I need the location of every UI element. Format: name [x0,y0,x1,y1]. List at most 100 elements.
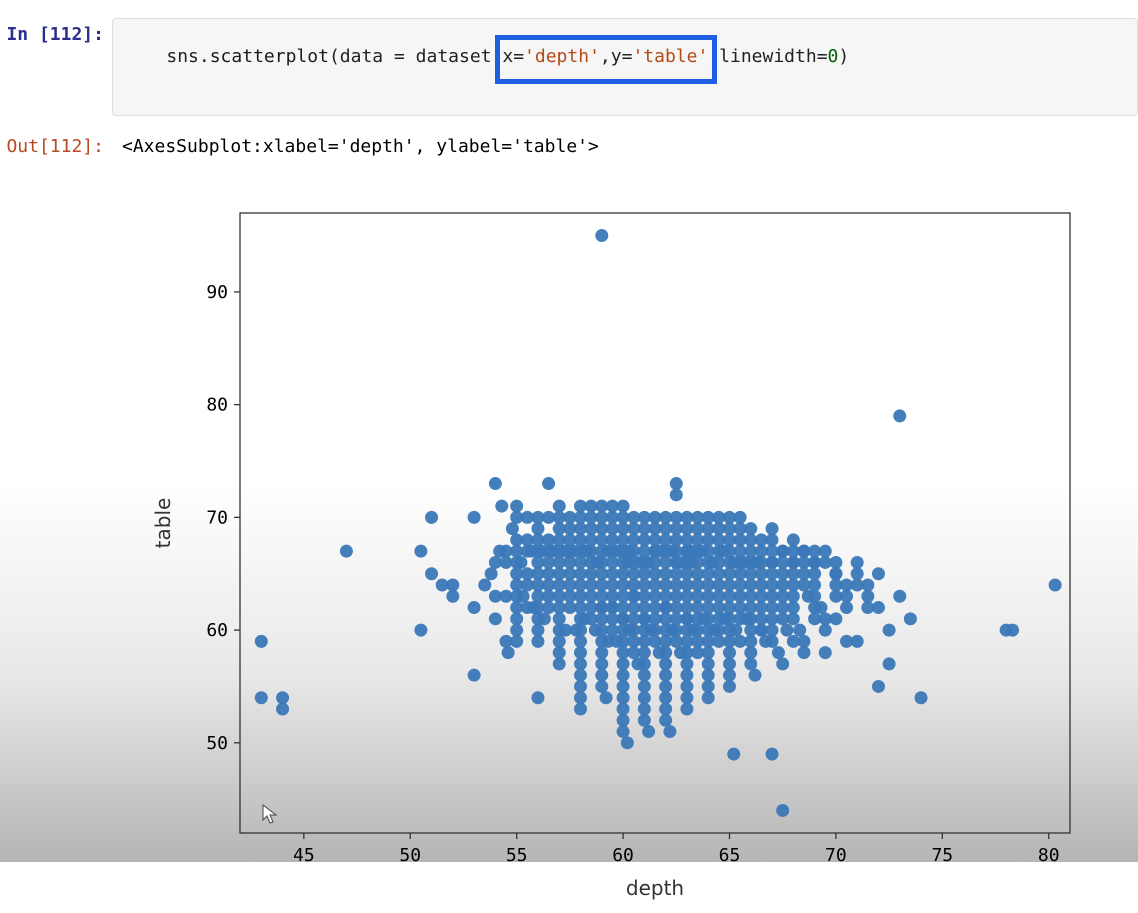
data-point [446,590,459,603]
data-point [617,657,630,670]
data-point [517,590,530,603]
data-point [797,635,810,648]
data-point [468,511,481,524]
data-point [485,567,498,580]
data-point [446,579,459,592]
data-point [776,657,789,670]
data-point [808,590,821,603]
y-tick-label: 90 [206,282,228,303]
data-point [574,635,587,648]
data-point [883,657,896,670]
data-point [893,590,906,603]
data-point [659,646,672,659]
data-point [766,635,779,648]
code-token: data [340,46,383,67]
data-point [702,646,715,659]
x-tick-label: 55 [506,845,528,866]
code-token: = [622,46,633,67]
data-point [538,612,551,625]
code-cell[interactable]: sns.scatterplot(data = dataset,x='depth'… [112,18,1138,116]
code-token: 0 [828,46,839,67]
data-point [425,567,438,580]
data-point [574,691,587,704]
out-text: <AxesSubplot:xlabel='depth', ylabel='tab… [112,130,1138,163]
data-point [617,703,630,716]
data-point [617,500,630,513]
data-point [861,579,874,592]
in-prompt: In [112]: [0,18,112,51]
data-point [819,646,832,659]
data-point [617,714,630,727]
data-point [797,646,810,659]
data-point [595,669,608,682]
data-point [574,646,587,659]
data-point [638,703,651,716]
data-point [819,624,832,637]
data-point [663,725,676,738]
data-point [829,612,842,625]
data-point [574,669,587,682]
data-point [489,612,502,625]
code-token: linewidth [719,46,817,67]
data-point [659,703,672,716]
data-point [787,601,800,614]
data-point [638,714,651,727]
code-token: , [492,46,503,67]
data-point [255,635,268,648]
x-tick-label: 45 [293,845,315,866]
data-point [276,703,289,716]
x-tick-label: 70 [825,845,847,866]
data-point [574,703,587,716]
x-tick-label: 80 [1038,845,1060,866]
data-point [766,624,779,637]
data-point [685,545,698,558]
data-point [468,601,481,614]
data-point [638,646,651,659]
data-point [680,657,693,670]
data-point [659,657,672,670]
data-point [787,612,800,625]
data-point [680,680,693,693]
data-point [808,579,821,592]
data-point [670,488,683,501]
data-point [840,590,853,603]
data-point [680,669,693,682]
data-point [766,748,779,761]
code-token: 'table' [632,46,708,67]
code-token: ( [329,46,340,67]
data-point [617,725,630,738]
code-token: dataset [416,46,492,67]
data-point [638,691,651,704]
data-point [815,601,828,614]
data-point [414,545,427,558]
code-token: y [611,46,622,67]
x-tick-label: 60 [612,845,634,866]
data-point [744,522,757,535]
y-tick-label: 70 [206,507,228,528]
data-point [510,624,523,637]
data-point [808,567,821,580]
out-prompt: Out[112]: [0,130,112,163]
code-token: ) [838,46,849,67]
data-point [744,657,757,670]
data-point [600,691,613,704]
x-tick-label: 50 [399,845,421,866]
data-point [872,680,885,693]
data-point [514,556,527,569]
data-point [659,680,672,693]
data-point [734,511,747,524]
data-point [1006,624,1019,637]
data-point [851,567,864,580]
code-token: = [817,46,828,67]
data-point [414,624,427,637]
y-axis-label: table [151,498,175,549]
data-point [851,635,864,648]
data-point [595,657,608,670]
data-point [702,691,715,704]
data-point [500,635,513,648]
x-tick-label: 65 [719,845,741,866]
data-point [531,691,544,704]
data-point [489,477,502,490]
data-point [595,646,608,659]
data-point [255,691,268,704]
